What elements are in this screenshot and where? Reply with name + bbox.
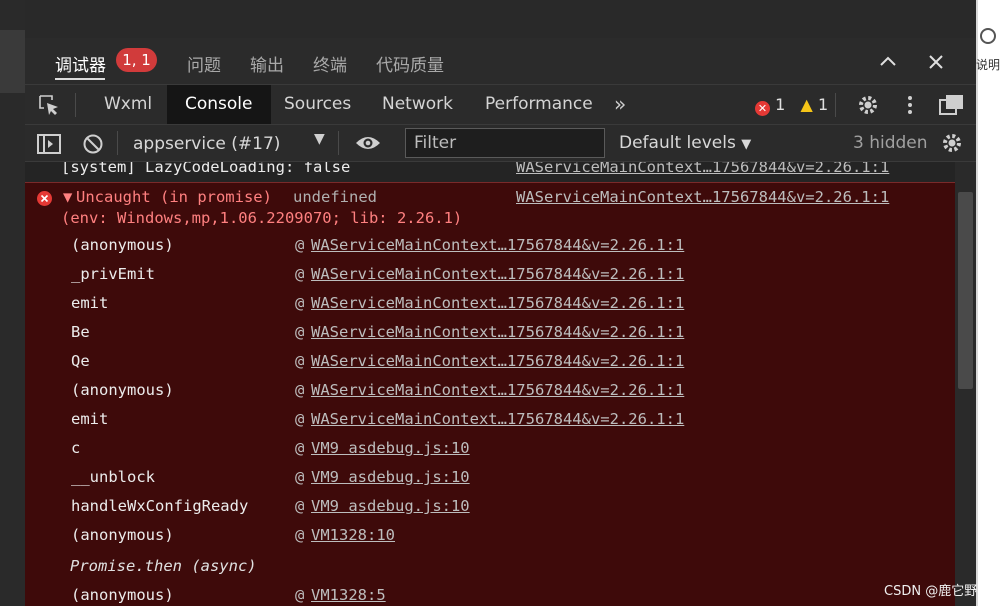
system-log-source-link[interactable]: WAServiceMainContext…17567844&v=2.26.1:1 xyxy=(516,162,889,176)
stack-frame-at-sign: @ xyxy=(295,294,305,312)
collapse-panel-icon[interactable] xyxy=(876,50,900,74)
stack-frame-source-link[interactable]: WAServiceMainContext…17567844&v=2.26.1:1 xyxy=(311,236,684,254)
system-log-text: [system] LazyCodeLoading: false xyxy=(61,162,351,176)
error-icon xyxy=(37,191,52,210)
chevron-down-icon[interactable]: ▼ xyxy=(314,131,325,147)
sidebar-toggle-icon[interactable] xyxy=(37,133,61,159)
watermark: CSDN @鹿它野 xyxy=(884,584,978,599)
stack-frame-function: emit xyxy=(71,410,109,428)
stack-frame-at-sign: @ xyxy=(295,468,305,486)
stack-frame-at-sign: @ xyxy=(295,381,305,399)
tab-terminal[interactable]: 终端 xyxy=(313,51,347,76)
stack-frame-source-link[interactable]: WAServiceMainContext…17567844&v=2.26.1:1 xyxy=(311,323,684,341)
warning-count: 1 xyxy=(817,95,829,114)
tab-console[interactable]: Console xyxy=(167,85,271,124)
stack-frame-at-sign: @ xyxy=(295,265,305,283)
stack-frame-at-sign: @ xyxy=(295,410,305,428)
dock-side-icon[interactable] xyxy=(939,94,965,120)
stack-frame-source-link[interactable]: VM9 asdebug.js:10 xyxy=(311,468,470,486)
panel-tab-bar: 调试器 1, 1 问题 输出 终端 代码质量 xyxy=(25,38,976,84)
settings-gear-icon[interactable] xyxy=(857,94,879,120)
stack-frame-source-link[interactable]: VM1328:10 xyxy=(311,526,395,544)
stack-frame-function: (anonymous) xyxy=(71,526,174,544)
debugger-panel: 调试器 1, 1 问题 输出 终端 代码质量 Wxml Console Sour… xyxy=(25,38,976,606)
stack-frame-at-sign: @ xyxy=(295,439,305,457)
tab-debugger[interactable]: 调试器 xyxy=(55,51,106,76)
scrollbar-thumb[interactable] xyxy=(958,192,973,389)
stack-frame-at-sign: @ xyxy=(295,352,305,370)
stack-frame-function: handleWxConfigReady xyxy=(71,497,249,515)
stack-frame-function: emit xyxy=(71,294,109,312)
stack-frame-source-link[interactable]: WAServiceMainContext…17567844&v=2.26.1:1 xyxy=(311,294,684,312)
divider xyxy=(25,182,955,183)
stack-frame-function: __unblock xyxy=(71,468,155,486)
hidden-count: 3 hidden xyxy=(853,133,928,153)
stack-frame-function: Qe xyxy=(71,352,90,370)
divider xyxy=(338,131,339,155)
console-output: [system] LazyCodeLoading: false WAServic… xyxy=(25,162,955,606)
debugger-issue-badge: 1, 1 xyxy=(116,48,157,72)
stack-frame-source-link[interactable]: WAServiceMainContext…17567844&v=2.26.1:1 xyxy=(311,410,684,428)
error-env-info: (env: Windows,mp,1.06.2209070; lib: 2.26… xyxy=(61,209,463,227)
error-value: undefined xyxy=(293,188,377,206)
help-icon[interactable] xyxy=(980,28,996,44)
log-levels-label: Default levels xyxy=(619,133,736,153)
stack-frame-at-sign: @ xyxy=(295,526,305,544)
error-count: 1 xyxy=(775,95,786,114)
context-selector[interactable]: appservice (#17) xyxy=(133,130,280,158)
warning-icon: ▲ xyxy=(800,95,813,114)
tab-sources[interactable]: Sources xyxy=(284,85,351,124)
left-window-edge xyxy=(0,0,25,606)
console-toolbar: appservice (#17) ▼ Default levels ▼ 3 hi… xyxy=(25,124,976,162)
expand-triangle-icon[interactable]: ▼ xyxy=(63,188,72,206)
stack-frame-source-link[interactable]: VM9 asdebug.js:10 xyxy=(311,439,470,457)
stack-frame-at-sign: @ xyxy=(295,323,305,341)
stack-frame-function: (anonymous) xyxy=(71,586,174,604)
close-panel-icon[interactable] xyxy=(924,50,948,74)
right-window-edge: 说明 xyxy=(976,0,1000,606)
stack-frame-source-link[interactable]: WAServiceMainContext…17567844&v=2.26.1:1 xyxy=(311,381,684,399)
right-edge-text: 说明 xyxy=(976,58,1000,72)
system-log-line: [system] LazyCodeLoading: false WAServic… xyxy=(25,162,955,182)
chevron-down-icon: ▼ xyxy=(741,137,752,152)
stack-frame-at-sign: @ xyxy=(295,497,305,515)
clear-console-icon[interactable] xyxy=(82,133,104,159)
stack-frame-function: _privEmit xyxy=(71,265,155,283)
tab-performance[interactable]: Performance xyxy=(485,85,593,124)
stack-frame-function: (anonymous) xyxy=(71,236,174,254)
stack-frame-function: c xyxy=(71,439,81,457)
stack-frame-at-sign: @ xyxy=(295,586,305,604)
console-settings-gear-icon[interactable] xyxy=(941,132,963,158)
divider xyxy=(835,93,836,117)
stack-frame-function: (anonymous) xyxy=(71,381,174,399)
divider xyxy=(75,93,76,117)
top-bar xyxy=(25,0,976,38)
tab-network[interactable]: Network xyxy=(382,85,453,124)
tab-problems[interactable]: 问题 xyxy=(187,51,221,76)
stack-frame-source-link[interactable]: VM1328:5 xyxy=(311,586,386,604)
console-scrollbar[interactable] xyxy=(955,162,976,606)
more-tabs-icon[interactable]: » xyxy=(614,85,626,124)
more-options-icon[interactable] xyxy=(904,94,916,120)
divider xyxy=(117,131,118,155)
error-icon: ✕ xyxy=(755,101,770,116)
filter-input[interactable] xyxy=(405,128,605,158)
tab-output[interactable]: 输出 xyxy=(250,51,284,76)
inspect-element-icon[interactable] xyxy=(38,94,60,116)
tab-wxml[interactable]: Wxml xyxy=(104,85,152,124)
error-source-link[interactable]: WAServiceMainContext…17567844&v=2.26.1:1 xyxy=(516,188,889,206)
tab-code-quality[interactable]: 代码质量 xyxy=(376,51,444,76)
error-title: Uncaught (in promise) xyxy=(76,188,272,206)
stack-frame-source-link[interactable]: VM9 asdebug.js:10 xyxy=(311,497,470,515)
live-expression-eye-icon[interactable] xyxy=(355,133,381,157)
stack-frame-source-link[interactable]: WAServiceMainContext…17567844&v=2.26.1:1 xyxy=(311,265,684,283)
stack-frame-at-sign: @ xyxy=(295,236,305,254)
stack-frame-function: Be xyxy=(71,323,90,341)
devtools-tab-bar: Wxml Console Sources Network Performance… xyxy=(25,84,976,124)
issue-counts[interactable]: ✕ 1 ▲ 1 xyxy=(755,95,829,116)
stack-frame-source-link[interactable]: WAServiceMainContext…17567844&v=2.26.1:1 xyxy=(311,352,684,370)
active-tab-indicator xyxy=(55,78,105,80)
async-boundary-label: Promise.then (async) xyxy=(70,557,257,575)
log-levels-dropdown[interactable]: Default levels ▼ xyxy=(619,129,751,159)
